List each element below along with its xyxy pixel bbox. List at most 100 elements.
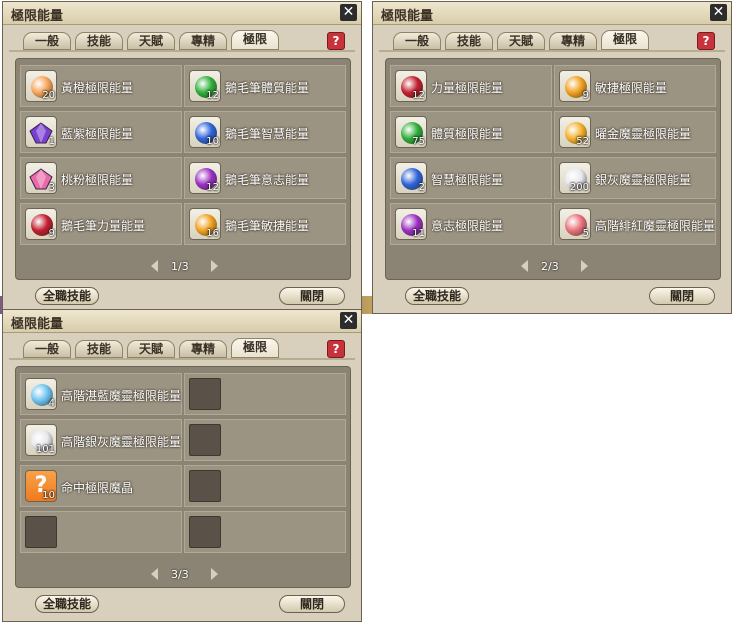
energy-window-page-2: 極限能量 ✕ 一般 技能 天賦 專精 極限? 12 力量極限能量 9 敏捷極限能量 75 體質極限能量 5… <box>372 1 732 314</box>
page-indicator: 1/3 <box>171 260 189 273</box>
red-orb-icon: 12 <box>395 70 427 102</box>
all-class-skills-button[interactable]: 全職技能 <box>405 287 469 305</box>
prev-page-arrow-icon[interactable] <box>521 260 528 272</box>
title-bar: 極限能量 ✕ <box>373 2 731 25</box>
window-title: 極限能量 <box>11 9 64 24</box>
item-quantity: 2 <box>418 182 425 193</box>
tab-4[interactable]: 極限 <box>601 30 649 50</box>
tab-0[interactable]: 一般 <box>23 32 71 50</box>
item-quantity: 101 <box>35 444 55 455</box>
pagination: 1/3 <box>3 260 361 276</box>
tab-bar: 一般 技能 天賦 專精 極限? <box>9 28 355 52</box>
empty-item-slot[interactable] <box>184 465 346 507</box>
tab-1[interactable]: 技能 <box>75 32 123 50</box>
red-orb-icon: 9 <box>25 208 57 240</box>
item-slot[interactable]: 2 智慧極限能量 <box>390 157 552 199</box>
item-slot[interactable]: 52 曜金魔靈極限能量 <box>554 111 716 153</box>
item-slot[interactable]: 10 鵝毛筆智慧能量 <box>184 111 346 153</box>
item-slot[interactable]: ? 10 命中極限魔晶 <box>20 465 182 507</box>
close-button[interactable]: ✕ <box>340 312 357 329</box>
tab-2[interactable]: 天賦 <box>127 340 175 358</box>
empty-slot-icon <box>189 378 221 410</box>
item-slot[interactable]: 9 敏捷極限能量 <box>554 65 716 107</box>
item-slot[interactable]: 12 鵝毛筆體質能量 <box>184 65 346 107</box>
page-indicator: 3/3 <box>171 568 189 581</box>
close-window-button[interactable]: 關閉 <box>279 287 345 305</box>
item-quantity: 9 <box>48 228 55 239</box>
tab-2[interactable]: 天賦 <box>497 32 545 50</box>
help-icon[interactable]: ? <box>327 340 345 358</box>
blue-orb-icon: 10 <box>189 116 221 148</box>
item-slot[interactable]: 12 鵝毛筆意志能量 <box>184 157 346 199</box>
item-slot[interactable]: 11 意志極限能量 <box>390 203 552 245</box>
item-quantity: 5 <box>582 228 589 239</box>
tab-4[interactable]: 極限 <box>231 338 279 358</box>
tab-3[interactable]: 專精 <box>179 32 227 50</box>
item-slot[interactable]: 4 高階湛藍魔靈極限能量 <box>20 373 182 415</box>
item-slot[interactable]: 5 高階緋紅魔靈極限能量 <box>554 203 716 245</box>
item-slot[interactable]: 12 力量極限能量 <box>390 65 552 107</box>
close-button[interactable]: ✕ <box>340 4 357 21</box>
item-slot[interactable]: 1 藍紫極限能量 <box>20 111 182 153</box>
item-slot[interactable]: 101 高階銀灰魔靈極限能量 <box>20 419 182 461</box>
all-class-skills-button[interactable]: 全職技能 <box>35 287 99 305</box>
item-slot[interactable]: 20 黃橙極限能量 <box>20 65 182 107</box>
item-label: 鵝毛筆體質能量 <box>225 81 310 95</box>
item-quantity: 11 <box>412 228 425 239</box>
item-label: 桃粉極限能量 <box>61 173 134 187</box>
item-label: 高階緋紅魔靈極限能量 <box>595 219 716 233</box>
all-class-skills-button[interactable]: 全職技能 <box>35 595 99 613</box>
help-icon[interactable]: ? <box>697 32 715 50</box>
green-orb-icon: 75 <box>395 116 427 148</box>
empty-item-slot[interactable] <box>184 511 346 553</box>
item-grid: 12 力量極限能量 9 敏捷極限能量 75 體質極限能量 52 曜金魔靈極限能量 2 智慧極限能量… <box>385 58 721 280</box>
tab-1[interactable]: 技能 <box>75 340 123 358</box>
next-page-arrow-icon[interactable] <box>211 260 218 272</box>
item-grid: 4 高階湛藍魔靈極限能量 101 高階銀灰魔靈極限能量 ? 10 命中極限魔晶 <box>15 366 351 588</box>
green-orb-icon: 12 <box>189 70 221 102</box>
item-quantity: 20 <box>42 90 55 101</box>
item-label: 命中極限魔晶 <box>61 481 134 495</box>
gold-orb-icon: 52 <box>559 116 591 148</box>
title-bar: 極限能量 ✕ <box>3 2 361 25</box>
empty-slot-icon <box>189 424 221 456</box>
energy-window-page-3: 極限能量 ✕ 一般 技能 天賦 專精 極限? 4 高階湛藍魔靈極限能量 101 高階銀灰魔靈極限能量… <box>2 309 362 622</box>
close-button[interactable]: ✕ <box>710 4 727 21</box>
item-quantity: 52 <box>576 136 589 147</box>
item-slot[interactable]: 16 鵝毛筆敏捷能量 <box>184 203 346 245</box>
item-slot[interactable]: 75 體質極限能量 <box>390 111 552 153</box>
next-page-arrow-icon[interactable] <box>211 568 218 580</box>
tab-3[interactable]: 專精 <box>549 32 597 50</box>
tab-1[interactable]: 技能 <box>445 32 493 50</box>
close-window-button[interactable]: 關閉 <box>279 595 345 613</box>
item-quantity: 12 <box>206 90 219 101</box>
pagination: 3/3 <box>3 568 361 584</box>
tab-0[interactable]: 一般 <box>23 340 71 358</box>
item-quantity: 10 <box>42 490 55 501</box>
item-label: 力量極限能量 <box>431 81 504 95</box>
item-quantity: 1 <box>48 136 55 147</box>
prev-page-arrow-icon[interactable] <box>151 568 158 580</box>
empty-item-slot[interactable] <box>184 373 346 415</box>
item-label: 銀灰魔靈極限能量 <box>595 173 692 187</box>
item-label: 意志極限能量 <box>431 219 504 233</box>
help-icon[interactable]: ? <box>327 32 345 50</box>
item-slot[interactable]: 3 桃粉極限能量 <box>20 157 182 199</box>
empty-item-slot[interactable] <box>20 511 182 553</box>
item-slot[interactable]: 9 鵝毛筆力量能量 <box>20 203 182 245</box>
item-label: 體質極限能量 <box>431 127 504 141</box>
tab-0[interactable]: 一般 <box>393 32 441 50</box>
prev-page-arrow-icon[interactable] <box>151 260 158 272</box>
item-quantity: 4 <box>48 398 55 409</box>
title-bar: 極限能量 ✕ <box>3 310 361 333</box>
blue-orb-icon: 2 <box>395 162 427 194</box>
tab-4[interactable]: 極限 <box>231 30 279 50</box>
tab-2[interactable]: 天賦 <box>127 32 175 50</box>
item-label: 鵝毛筆智慧能量 <box>225 127 310 141</box>
empty-item-slot[interactable] <box>184 419 346 461</box>
item-slot[interactable]: 200 銀灰魔靈極限能量 <box>554 157 716 199</box>
item-grid: 20 黃橙極限能量 12 鵝毛筆體質能量 1 藍紫極限能量 10 鵝毛筆智慧能量 3 桃粉極限能量… <box>15 58 351 280</box>
close-window-button[interactable]: 關閉 <box>649 287 715 305</box>
tab-3[interactable]: 專精 <box>179 340 227 358</box>
next-page-arrow-icon[interactable] <box>581 260 588 272</box>
